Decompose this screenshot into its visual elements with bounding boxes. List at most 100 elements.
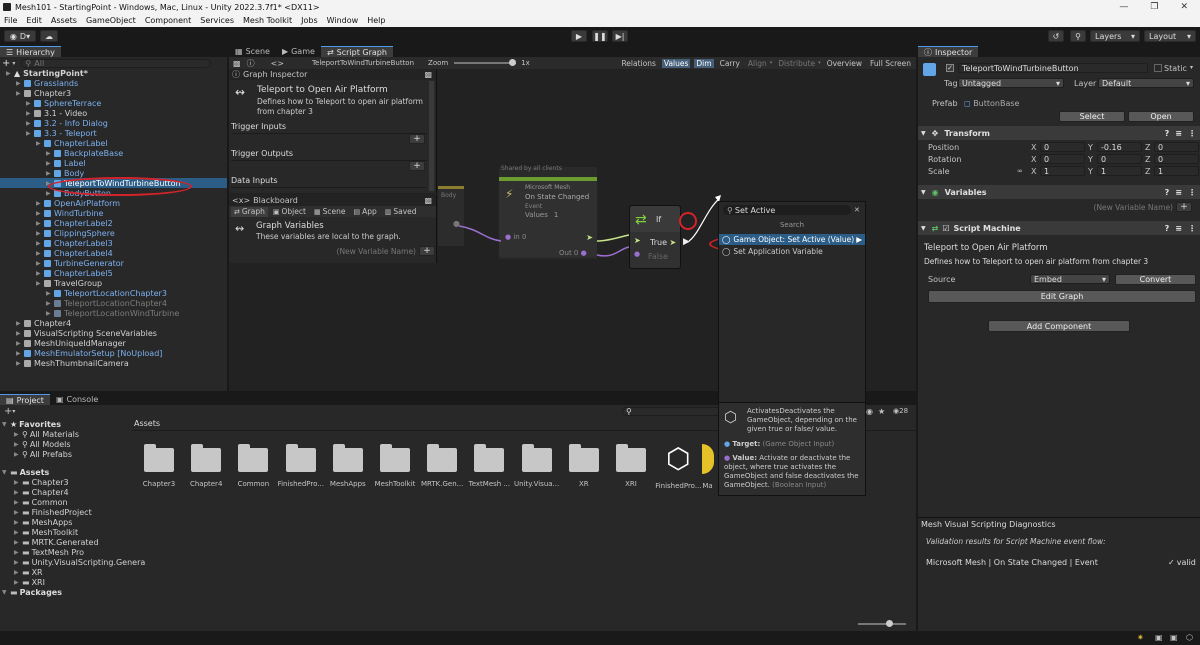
if-node-false[interactable]: False <box>648 252 668 261</box>
expand-arrow-icon[interactable]: ▶ <box>36 200 44 207</box>
add-component-button[interactable]: Add Component <box>988 320 1130 332</box>
expand-arrow-icon[interactable]: ▶ <box>46 310 54 317</box>
hierarchy-item[interactable]: ▶ TeleportLocationChapter3 <box>46 288 222 298</box>
layer-dropdown[interactable]: Default ▾ <box>1098 78 1194 88</box>
project-tree-item[interactable]: ▶ ▬ TextMesh Pro <box>14 547 84 557</box>
static-dropdown-icon[interactable]: ▾ <box>1190 64 1193 71</box>
project-tree-item[interactable]: ▶ ▬ FinishedProject <box>14 507 92 517</box>
project-tree-item[interactable]: ▶ ▬ MeshApps <box>14 517 72 527</box>
asset-item[interactable]: XR <box>561 444 607 488</box>
project-tree-item[interactable]: ▶ ⚲ All Materials <box>14 429 79 439</box>
expand-arrow-icon[interactable]: ▶ <box>14 539 22 546</box>
source-dropdown[interactable]: Embed ▾ <box>1030 274 1110 284</box>
asset-size-slider[interactable] <box>858 620 906 627</box>
expand-arrow-icon[interactable]: ▶ <box>14 569 22 576</box>
expand-arrow-icon[interactable]: ▶ <box>36 280 44 287</box>
expand-arrow-icon[interactable]: ▶ <box>6 70 14 77</box>
script-machine-header[interactable]: ▼ ⇄ ☑ Script Machine ? ≡ ⋮ <box>918 221 1200 235</box>
hierarchy-item[interactable]: ▶ ChapterLabel <box>36 138 222 148</box>
add-variable-button[interactable]: + <box>419 246 435 256</box>
project-tree-item[interactable]: ▼ ▬ Assets <box>2 467 49 477</box>
menu-mesh-toolkit[interactable]: Mesh Toolkit <box>243 16 292 25</box>
expand-arrow-icon[interactable]: ▶ <box>46 150 54 157</box>
help-icon[interactable]: ? <box>1165 188 1170 197</box>
fuzzy-search-input[interactable]: ⚲ Set Active <box>723 205 851 215</box>
transform-position-y[interactable]: -0.16 <box>1097 142 1142 152</box>
graph-status-icon[interactable]: ▣ <box>1170 633 1178 642</box>
lock-icon[interactable]: ▩ <box>424 70 432 79</box>
more-icon[interactable]: ⋮ <box>1188 224 1196 233</box>
help-icon[interactable]: ? <box>1165 224 1170 233</box>
project-tree-item[interactable]: ▶ ▬ Common <box>14 497 68 507</box>
tag-dropdown[interactable]: Untagged ▾ <box>958 78 1064 88</box>
blackboard-tab-saved[interactable]: ▥ Saved <box>382 207 420 217</box>
account-button[interactable]: ◉ D ▾ <box>4 30 36 42</box>
transform-header[interactable]: ▼ ✥ Transform ? ≡ ⋮ <box>918 126 1200 140</box>
hierarchy-item[interactable]: ▶ MeshEmulatorSetup [NoUpload] <box>16 348 222 358</box>
step-button[interactable]: ▶| <box>612 30 628 42</box>
project-tree-item[interactable]: ▶ ▬ Chapter3 <box>14 477 69 487</box>
transform-scale-y[interactable]: 1 <box>1097 166 1142 176</box>
lock-icon[interactable]: ▩ <box>233 59 241 68</box>
hierarchy-item[interactable]: ▶ TeleportLocationWindTurbine <box>46 308 222 318</box>
more-icon[interactable]: ⋮ <box>1188 129 1196 138</box>
fuzzy-result-selected[interactable]: ◯ Game Object: Set Active (Value) ▶ <box>719 234 865 245</box>
script-machine-checkbox[interactable]: ☑ <box>942 224 949 233</box>
hierarchy-item[interactable]: ▶ TeleportLocationChapter4 <box>46 298 222 308</box>
hierarchy-item[interactable]: ▶ OpenAirPlatform <box>36 198 222 208</box>
project-tree-item[interactable]: ▶ ▬ XR <box>14 567 43 577</box>
project-tree-item[interactable]: ▼ ★ Favorites <box>2 419 61 429</box>
layout-dropdown[interactable]: Layout ▾ <box>1144 30 1196 42</box>
expand-arrow-icon[interactable]: ▶ <box>36 240 44 247</box>
graph-relations-button[interactable]: Relations <box>619 59 657 68</box>
expand-arrow-icon[interactable]: ▶ <box>16 80 24 87</box>
expand-arrow-icon[interactable]: ▶ <box>14 479 22 486</box>
project-tree-item[interactable]: ▶ ⚲ All Models <box>14 439 71 449</box>
cube-status-icon[interactable]: ⬡ <box>1186 633 1193 642</box>
hierarchy-item[interactable]: ▶ Label <box>46 158 222 168</box>
expand-arrow-icon[interactable]: ▶ <box>36 230 44 237</box>
hierarchy-item[interactable]: ▶ VisualScripting SceneVariables <box>16 328 222 338</box>
asset-item[interactable]: MRTK.Gen... <box>419 444 465 488</box>
filter-icon[interactable]: ◉ <box>866 407 873 416</box>
expand-arrow-icon[interactable]: ▶ <box>36 270 44 277</box>
hierarchy-item[interactable]: ▶ ClippingSphere <box>36 228 222 238</box>
expand-arrow-icon[interactable]: ▶ <box>14 499 22 506</box>
object-name-field[interactable]: TeleportToWindTurbineButton <box>958 63 1148 73</box>
expand-arrow-icon[interactable]: ▶ <box>26 110 34 117</box>
more-icon[interactable]: ⋮ <box>1188 188 1196 197</box>
convert-button[interactable]: Convert <box>1115 274 1196 285</box>
hierarchy-item[interactable]: ▶ Grasslands <box>16 78 222 88</box>
graph-dim-button[interactable]: Dim <box>694 58 714 68</box>
hierarchy-item[interactable]: ▶ 3.1 - Video <box>26 108 222 118</box>
if-node-true[interactable]: True ➤ <box>650 238 676 247</box>
info-icon[interactable]: ⓘ <box>247 58 255 69</box>
hierarchy-item[interactable]: ▶ ChapterLabel2 <box>36 218 222 228</box>
expand-arrow-icon[interactable]: ▶ <box>36 250 44 257</box>
menu-file[interactable]: File <box>4 16 17 25</box>
graph-align-button[interactable]: Align <box>746 59 769 68</box>
asset-item[interactable]: Chapter4 <box>183 444 229 488</box>
expand-arrow-icon[interactable]: ▶ <box>14 431 22 438</box>
asset-item[interactable]: MeshApps <box>325 444 371 488</box>
lighting-icon[interactable]: ✷ <box>1137 633 1144 642</box>
hierarchy-item[interactable]: ▶ Chapter4 <box>16 318 222 328</box>
prefab-open-button[interactable]: Open <box>1128 111 1194 122</box>
transform-scale-x[interactable]: 1 <box>1040 166 1085 176</box>
tab-game[interactable]: ▶ Game <box>276 46 321 57</box>
zoom-slider-thumb[interactable] <box>509 59 517 66</box>
graph-overview-button[interactable]: Overview <box>825 59 864 68</box>
hierarchy-item[interactable]: ▶ ChapterLabel4 <box>36 248 222 258</box>
expand-arrow-icon[interactable]: ▶ <box>14 579 22 586</box>
transform-rotation-y[interactable]: 0 <box>1097 154 1142 164</box>
transform-rotation-z[interactable]: 0 <box>1154 154 1199 164</box>
star-icon[interactable]: ★ <box>878 407 885 416</box>
add-icon[interactable]: + <box>4 406 12 417</box>
expand-arrow-icon[interactable]: ▶ <box>36 260 44 267</box>
expand-arrow-icon[interactable]: ▶ <box>26 100 34 107</box>
expand-arrow-icon[interactable]: ▼ <box>2 469 10 476</box>
hierarchy-item[interactable]: ▶ SphereTerrace <box>26 98 222 108</box>
tab-scene[interactable]: ▦ Scene <box>229 46 276 57</box>
prefab-field[interactable]: ◻ ButtonBase <box>964 99 1192 108</box>
graph-carry-button[interactable]: Carry <box>718 59 742 68</box>
